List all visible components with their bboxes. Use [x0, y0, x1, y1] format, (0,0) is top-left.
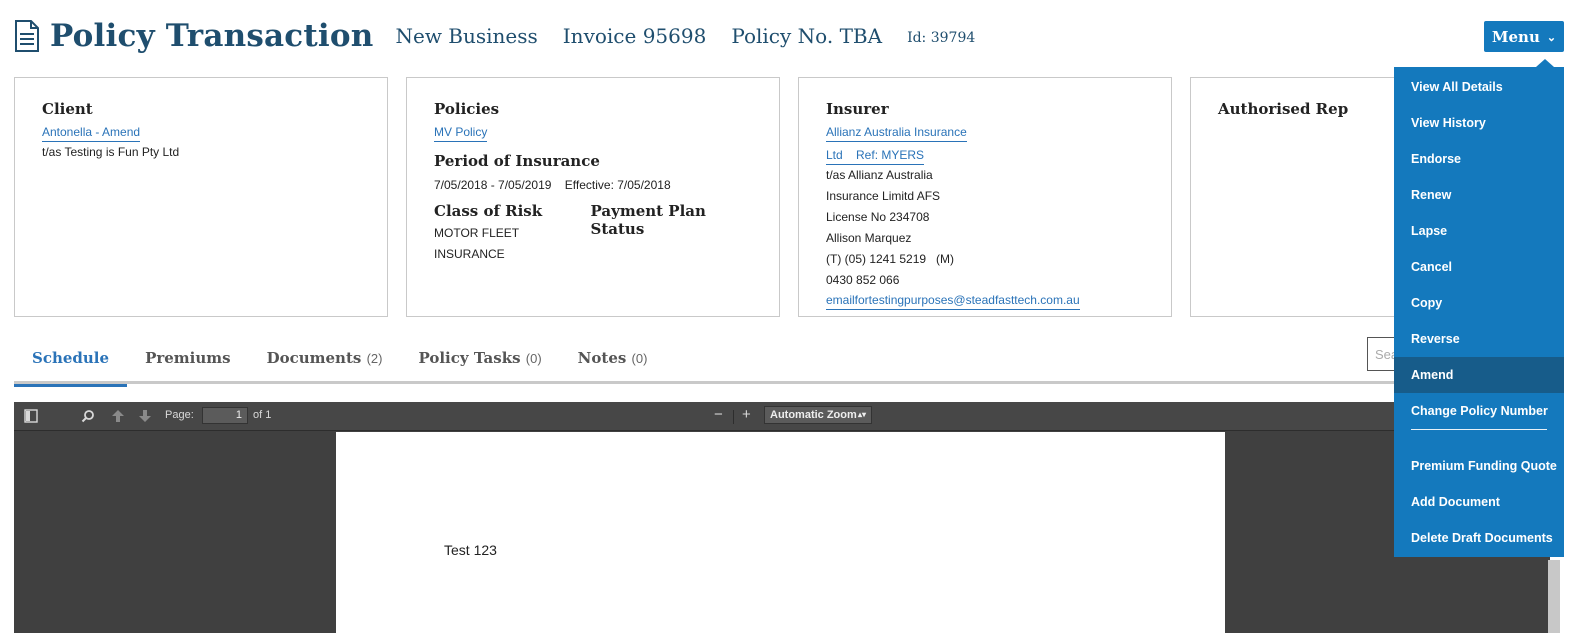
menu-item-amend[interactable]: Amend — [1394, 357, 1564, 393]
tab-count: (0) — [525, 351, 542, 366]
tab-schedule[interactable]: Schedule — [14, 340, 128, 387]
search-icon[interactable] — [81, 409, 95, 423]
sidebar-toggle-icon[interactable] — [24, 409, 38, 423]
menu-item-premium-funding-quote[interactable]: Premium Funding Quote — [1394, 448, 1564, 484]
policy-number: Policy No. TBA — [731, 24, 883, 48]
document-text: Test 123 — [444, 542, 497, 558]
insurer-heading: Insurer — [826, 100, 889, 118]
menu-item-view-history[interactable]: View History — [1394, 105, 1564, 141]
chevron-down-icon: ⌄ — [1546, 31, 1557, 44]
insurer-line: t/as Allianz Australia — [826, 168, 933, 182]
client-trading-as: t/as Testing is Fun Pty Ltd — [42, 145, 180, 159]
zoom-select[interactable]: Automatic Zoom ▴▾ — [764, 406, 872, 424]
insurer-name-link-line1[interactable]: Allianz Australia Insurance — [826, 124, 967, 142]
tab-count: (2) — [366, 351, 383, 366]
payment-plan: Payment Plan Status — [591, 202, 752, 265]
viewer-scrollbar[interactable] — [1548, 560, 1560, 633]
transaction-type: New Business — [395, 24, 538, 48]
page-number-input[interactable]: 1 — [202, 407, 248, 424]
zoom-value: Automatic Zoom — [770, 409, 857, 421]
menu-item-add-document[interactable]: Add Document — [1394, 484, 1564, 520]
tab-policy-tasks[interactable]: Policy Tasks (0) — [400, 340, 559, 384]
menu-divider — [1394, 429, 1564, 448]
client-name-link[interactable]: Antonella - Amend — [42, 124, 141, 142]
menu-item-delete-draft-documents[interactable]: Delete Draft Documents — [1394, 520, 1564, 556]
period-value: 7/05/2018 - 7/05/2019 Effective: 7/05/20… — [434, 178, 671, 192]
page-header: Policy Transaction New Business Invoice … — [14, 14, 975, 58]
risk-row: Class of Risk MOTOR FLEET INSURANCE Paym… — [434, 202, 752, 265]
tab-label: Premiums — [145, 349, 231, 367]
tab-label: Documents — [266, 349, 362, 367]
policy-link[interactable]: MV Policy — [434, 124, 488, 142]
insurer-card: Insurer Allianz Australia Insurance Ltd … — [798, 77, 1172, 317]
menu-item-reverse[interactable]: Reverse — [1394, 321, 1564, 357]
menu-item-view-all-details[interactable]: View All Details — [1394, 69, 1564, 105]
policies-heading: Policies — [434, 100, 500, 118]
page-title: Policy Transaction — [50, 18, 374, 54]
class-of-risk: Class of Risk MOTOR FLEET INSURANCE — [434, 202, 591, 265]
menu-button-label: Menu — [1491, 27, 1540, 46]
page-count: of 1 — [253, 409, 272, 421]
zoom-in-button[interactable]: + — [742, 406, 751, 423]
previous-page-icon[interactable] — [111, 409, 125, 423]
tab-notes[interactable]: Notes (0) — [560, 340, 666, 384]
insurer-mobile: 0430 852 066 — [826, 273, 900, 287]
insurer-line: License No 234708 — [826, 210, 930, 224]
menu-item-copy[interactable]: Copy — [1394, 285, 1564, 321]
menu-button[interactable]: Menu ⌄ — [1484, 21, 1564, 52]
tab-bar: Schedule Premiums Documents (2) Policy T… — [14, 340, 1396, 387]
tab-documents[interactable]: Documents (2) — [249, 340, 401, 384]
toolbar-divider — [733, 410, 734, 424]
insurer-contact-name: Allison Marquez — [826, 231, 912, 245]
zoom-out-button[interactable]: − — [714, 406, 723, 423]
insurer-phone: (T) (05) 1241 5219 (M) — [826, 252, 955, 266]
menu-item-endorse[interactable]: Endorse — [1394, 141, 1564, 177]
tab-premiums[interactable]: Premiums — [127, 340, 249, 384]
tab-label: Notes — [577, 349, 627, 367]
period-heading: Period of Insurance — [434, 152, 600, 170]
actions-dropdown-menu: View All Details View History Endorse Re… — [1394, 59, 1564, 557]
menu-item-lapse[interactable]: Lapse — [1394, 213, 1564, 249]
menu-item-renew[interactable]: Renew — [1394, 177, 1564, 213]
menu-item-cancel[interactable]: Cancel — [1394, 249, 1564, 285]
invoice-number: Invoice 95698 — [562, 24, 707, 48]
payment-heading: Payment Plan Status — [590, 202, 706, 238]
pdf-toolbar: Page: 1 of 1 − + Automatic Zoom ▴▾ — [14, 402, 1550, 431]
insurer-email-link[interactable]: emailfortestingpurposes@steadfasttech.co… — [826, 292, 1080, 310]
class-value: MOTOR FLEET INSURANCE — [434, 226, 519, 261]
menu-item-change-policy-number[interactable]: Change Policy Number — [1394, 393, 1564, 429]
pdf-page: Test 123 — [336, 432, 1225, 633]
tab-count: (0) — [631, 351, 648, 366]
insurer-name-link-line2[interactable]: Ltd Ref: MYERS — [826, 147, 925, 165]
next-page-icon[interactable] — [138, 409, 152, 423]
page-label: Page: — [165, 409, 194, 421]
client-card: Client Antonella - Amend t/as Testing is… — [14, 77, 388, 317]
insurer-line: Insurance Limitd AFS — [826, 189, 941, 203]
class-heading: Class of Risk — [434, 202, 543, 220]
transaction-id: Id: 39794 — [907, 30, 976, 46]
tab-label: Schedule — [32, 349, 110, 367]
document-icon — [15, 20, 39, 52]
client-heading: Client — [42, 100, 93, 118]
pdf-viewer: Page: 1 of 1 − + Automatic Zoom ▴▾ Test … — [14, 402, 1550, 633]
tab-label: Policy Tasks — [418, 349, 521, 367]
policies-card: Policies MV Policy Period of Insurance 7… — [406, 77, 780, 317]
select-arrows-icon: ▴▾ — [857, 410, 866, 419]
